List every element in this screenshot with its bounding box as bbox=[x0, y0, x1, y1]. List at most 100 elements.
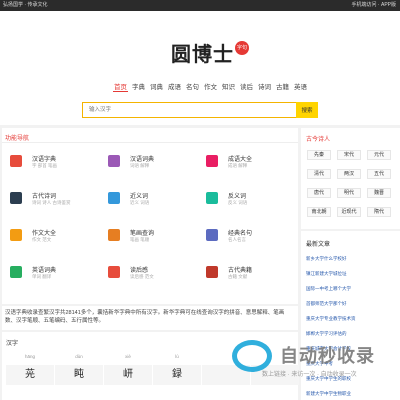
article-link[interactable]: 首都师范大学那个好 bbox=[306, 301, 347, 307]
feature-icon bbox=[10, 266, 22, 278]
nav-item[interactable]: 词典 bbox=[149, 81, 164, 92]
watermark-logo-icon bbox=[232, 340, 272, 372]
feature-item[interactable]: 古代典籍 古籍 文献 bbox=[202, 264, 292, 294]
hanzi-item[interactable]: xiè 岍 bbox=[104, 332, 152, 385]
feature-title: 古代典籍 bbox=[228, 268, 253, 274]
feature-item[interactable]: 作文大全 作文 范文 bbox=[6, 227, 96, 257]
feature-item[interactable]: 英语词典 单词 翻译 bbox=[6, 264, 96, 294]
hanzi-item[interactable]: dùn 盹 bbox=[55, 332, 103, 385]
hanzi-item[interactable]: lù 録 bbox=[153, 332, 201, 385]
poet-era-tag[interactable]: 元代 bbox=[367, 150, 391, 160]
hanzi-item[interactable]: hāng 茪 bbox=[6, 332, 54, 385]
poet-era-tag[interactable]: 隋代 bbox=[367, 207, 391, 217]
feature-title: 汉语字典 bbox=[32, 157, 57, 163]
feature-title: 汉语词典 bbox=[130, 157, 155, 163]
hanzi-pinyin: lù bbox=[175, 354, 179, 359]
poet-era-tag[interactable]: 先秦 bbox=[307, 150, 331, 160]
feature-item[interactable]: 笔画查询 笔画 笔顺 bbox=[104, 227, 194, 257]
feature-icon bbox=[108, 192, 120, 204]
feature-item[interactable]: 经典名句 名人名言 bbox=[202, 227, 292, 257]
feature-item[interactable]: 成语大全 成语 解释 bbox=[202, 153, 292, 183]
feature-title: 英语词典 bbox=[32, 268, 57, 274]
nav-item[interactable]: 成语 bbox=[167, 81, 182, 92]
search-bar: 搜索 bbox=[82, 102, 318, 118]
article-link[interactable]: 国际一中考上哪个大学 bbox=[306, 286, 351, 292]
feature-title: 反义词 bbox=[228, 194, 247, 200]
feature-subtitle: 词语 解释 bbox=[130, 163, 150, 168]
feature-subtitle: 古籍 文献 bbox=[228, 274, 248, 279]
feature-subtitle: 名人名言 bbox=[228, 237, 246, 242]
search-button[interactable]: 搜索 bbox=[296, 102, 318, 118]
feature-icon bbox=[108, 155, 120, 167]
feature-item[interactable]: 反义词 反义 词语 bbox=[202, 190, 292, 220]
feature-item[interactable]: 古代诗词 诗词 诗人 古诗鉴赏 bbox=[6, 190, 96, 220]
feature-nav-title: 功能导航 bbox=[5, 136, 30, 142]
feature-subtitle: 读后感 范文 bbox=[130, 274, 154, 279]
nav-item[interactable]: 字典 bbox=[131, 81, 146, 92]
hanzi-pinyin: dùn bbox=[75, 354, 83, 359]
article-link[interactable]: 重庆大学专业教学技术资 bbox=[306, 316, 356, 322]
hanzi-pinyin: hāng bbox=[24, 354, 35, 359]
feature-subtitle: 作文 范文 bbox=[32, 237, 52, 242]
feature-icon bbox=[10, 229, 22, 241]
poet-era-tag[interactable]: 魏晋 bbox=[367, 188, 391, 198]
nav-item[interactable]: 名句 bbox=[185, 81, 200, 92]
article-link[interactable]: 新建大学中学生物职业 bbox=[306, 391, 351, 397]
latest-articles-title: 最新文章 bbox=[306, 242, 331, 248]
feature-icon bbox=[206, 266, 218, 278]
search-input[interactable] bbox=[82, 102, 296, 118]
feature-title: 成语大全 bbox=[228, 157, 253, 163]
feature-icon bbox=[206, 229, 218, 241]
nav-item[interactable]: 作文 bbox=[203, 81, 218, 92]
poet-era-tag[interactable]: 清代 bbox=[307, 169, 331, 179]
feature-icon bbox=[10, 192, 22, 204]
feature-item[interactable]: 读后感 读后感 范文 bbox=[104, 264, 194, 294]
site-logo[interactable]: 圆博士 字句 bbox=[171, 37, 249, 67]
nav-item[interactable]: 英语 bbox=[293, 81, 308, 92]
feature-subtitle: 反义 词语 bbox=[228, 200, 248, 205]
feature-subtitle: 近义 词语 bbox=[130, 200, 150, 205]
poet-era-tag[interactable]: 近现代 bbox=[337, 207, 361, 217]
nav-item[interactable]: 古籍 bbox=[275, 81, 290, 92]
poet-era-tag[interactable]: 两汉 bbox=[337, 169, 361, 179]
feature-nav-panel: 功能导航 汉语字典字 部首 笔画 汉语词典 词语 解释 成语大全 成语 解释 古代诗词 诗词… bbox=[2, 128, 298, 304]
nav-item[interactable]: 诗词 bbox=[257, 81, 272, 92]
mobile-app-link[interactable]: 手机端访问 · APP版 bbox=[352, 0, 396, 11]
feature-subtitle: 笔画 笔顺 bbox=[130, 237, 150, 242]
article-link[interactable]: 邯郸大学学习评估的 bbox=[306, 331, 347, 337]
feature-title: 笔画查询 bbox=[130, 231, 155, 237]
nav-item[interactable]: 首页 bbox=[113, 81, 128, 92]
logo-seal: 字句 bbox=[235, 41, 249, 55]
feature-icon bbox=[108, 266, 120, 278]
feature-subtitle: 字 部首 笔画 bbox=[32, 163, 58, 168]
site-slogan: 弘扬国学 · 传承文化 bbox=[3, 2, 48, 8]
feature-title: 作文大全 bbox=[32, 231, 57, 237]
feature-subtitle: 诗词 诗人 古诗鉴赏 bbox=[32, 200, 71, 205]
logo-text: 圆博士 bbox=[171, 41, 234, 66]
poet-era-tag[interactable]: 南北朝 bbox=[307, 207, 331, 217]
feature-icon bbox=[10, 155, 22, 167]
feature-item[interactable]: 汉语词典 词语 解释 bbox=[104, 153, 194, 183]
watermark: 自动秒收录 数上链接 · 来访一次 · 自动收录一次 bbox=[232, 338, 392, 390]
hanzi-char: 岍 bbox=[104, 365, 152, 385]
header: 圆博士 字句 首页字典词典成语名句作文知识读后诗词古籍英语 搜索 bbox=[0, 11, 400, 125]
feature-subtitle: 单词 翻译 bbox=[32, 274, 52, 279]
dictionary-description: 汉语字典收录查繁汉字共28141多个，囊括新华字典中所有汉字。新华字典可在线查询… bbox=[2, 306, 298, 330]
feature-title: 近义词 bbox=[130, 194, 149, 200]
feature-item[interactable]: 汉语字典字 部首 笔画 bbox=[6, 153, 96, 183]
poet-era-tag[interactable]: 明代 bbox=[337, 188, 361, 198]
feature-icon bbox=[206, 192, 218, 204]
feature-title: 经典名句 bbox=[228, 231, 253, 237]
poet-era-tag[interactable]: 唐代 bbox=[307, 188, 331, 198]
hanzi-pinyin: xiè bbox=[125, 354, 131, 359]
poet-era-tag[interactable]: 五代 bbox=[367, 169, 391, 179]
hanzi-char: 茪 bbox=[6, 365, 54, 385]
feature-item[interactable]: 近义词 近义 词语 bbox=[104, 190, 194, 220]
nav-item[interactable]: 知识 bbox=[221, 81, 236, 92]
article-link[interactable]: 新乡大学什么学校好 bbox=[306, 256, 347, 262]
nav-item[interactable]: 读后 bbox=[239, 81, 254, 92]
top-bar: 弘扬国学 · 传承文化 手机端访问 · APP版 bbox=[0, 0, 400, 11]
feature-title: 读后感 bbox=[130, 268, 149, 274]
poet-era-tag[interactable]: 宋代 bbox=[337, 150, 361, 160]
article-link[interactable]: 镇江新建大学城位址 bbox=[306, 271, 347, 277]
